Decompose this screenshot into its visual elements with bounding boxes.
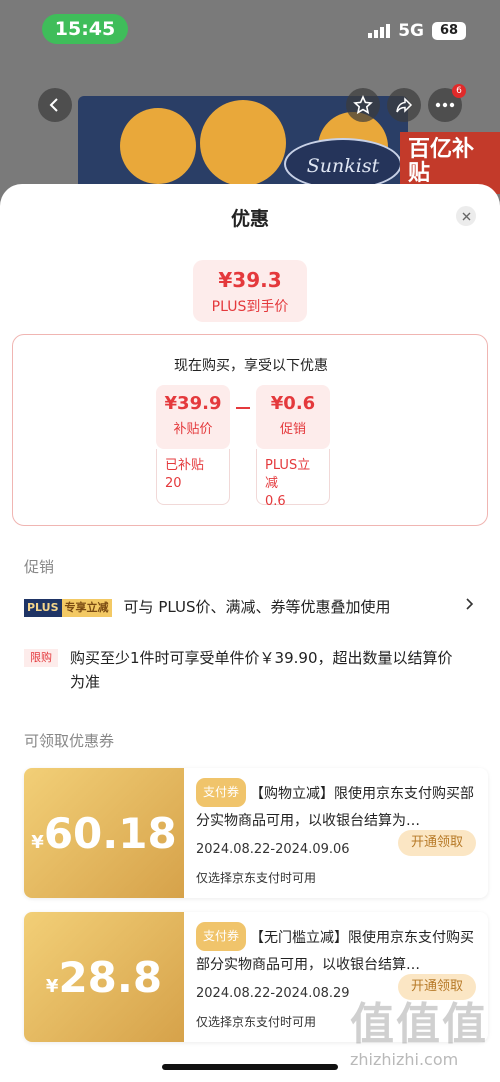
final-price-label: PLUS到手价 (211, 299, 289, 315)
chevron-right-icon (466, 598, 474, 614)
subsidy-detail-value: 20 (165, 476, 182, 491)
coupon-value-panel: ¥ 28.8 (24, 912, 184, 1042)
subsidy-detail-label: 已补贴 (165, 458, 205, 473)
coupon-currency: ¥ (45, 975, 59, 997)
signal-icon (368, 24, 391, 38)
minus-sign (236, 407, 250, 409)
final-price-amount: ¥39.3 (218, 268, 282, 292)
plus-exclusive-tag: PLUS 专享立减 (24, 599, 112, 617)
orange-image (200, 100, 286, 186)
breakdown-heading: 现在购买，享受以下优惠 (174, 358, 328, 374)
home-indicator[interactable] (162, 1064, 338, 1070)
more-button[interactable]: 6 (428, 84, 466, 122)
promotion-section-label: 促销 (24, 558, 55, 576)
claim-coupon-button[interactable]: 开通领取 (398, 974, 476, 1000)
limit-tag: 限购 (24, 649, 58, 667)
subsidy-price-amount: ¥39.9 (164, 393, 222, 414)
coupon-value-panel: ¥ 60.18 (24, 768, 184, 898)
close-button[interactable] (456, 206, 476, 226)
favorite-button[interactable] (346, 88, 380, 122)
payment-coupon-tag: 支付券 (196, 778, 247, 807)
status-indicators: 5G 68 (368, 20, 466, 42)
limit-promo-row: 限购 购买至少1件时可享受单件价￥39.90，超出数量以结算价为准 (24, 646, 484, 694)
coupon-description: 支付券 【购物立减】限使用京东支付购买部分实物商品可用，以收银台结算为… (196, 778, 480, 832)
promotion-amount: ¥0.6 (270, 393, 316, 414)
price-breakdown: 现在购买，享受以下优惠 ¥39.9 补贴价 已补贴 20 ¥0.6 促销 PLU… (12, 334, 488, 526)
coupon-section-label: 可领取优惠券 (24, 732, 115, 750)
coupon-description: 支付券 【无门槛立减】限使用京东支付购买部分实物商品可用，以收银台结算… (196, 922, 480, 976)
share-icon (396, 97, 413, 113)
limit-promo-text: 购买至少1件时可享受单件价￥39.90，超出数量以结算价为准 (70, 649, 453, 691)
claim-coupon-button[interactable]: 开通领取 (398, 830, 476, 856)
payment-coupon-tag: 支付券 (196, 922, 247, 951)
site-watermark: 值值值 zhizhizhi.com (350, 1000, 490, 1080)
star-icon (353, 95, 373, 115)
promotion-card: ¥0.6 促销 (256, 385, 330, 449)
subsidy-detail: 已补贴 20 (156, 449, 230, 505)
plus-promo-text: 可与 PLUS价、满减、券等优惠叠加使用 (123, 598, 391, 616)
share-button[interactable] (387, 88, 421, 122)
battery-icon: 68 (432, 22, 466, 40)
promotion-label: 促销 (279, 422, 306, 437)
sheet-title: 优惠 (230, 208, 269, 230)
discount-sheet: 优惠 ¥39.3 PLUS到手价 现在购买，享受以下优惠 ¥39.9 补贴价 已… (0, 184, 500, 1082)
plus-tag-left: PLUS (24, 599, 62, 617)
network-label: 5G (398, 21, 424, 41)
plus-promo-row[interactable]: PLUS 专享立减 可与 PLUS价、满减、券等优惠叠加使用 (24, 598, 484, 619)
subsidy-price-card: ¥39.9 补贴价 (156, 385, 230, 449)
promotion-detail: PLUS立减 0.6 (256, 449, 330, 509)
plus-final-price: ¥39.3 PLUS到手价 (193, 260, 307, 322)
close-icon (462, 212, 470, 220)
promotion-detail-label: PLUS立减 (265, 458, 311, 491)
coupon-note: 仅选择京东支付时可用 (196, 871, 317, 885)
notification-badge: 6 (452, 84, 466, 98)
coupon-value: 60.18 (43, 808, 177, 858)
brand-logo: Sunkist (284, 138, 402, 190)
status-bar: 15:45 5G 68 (0, 0, 500, 56)
chevron-left-icon (49, 98, 58, 112)
status-time: 15:45 (42, 14, 128, 44)
promotion-detail-value: 0.6 (265, 494, 286, 509)
coupon-currency: ¥ (31, 831, 44, 853)
more-dots-icon (435, 102, 455, 108)
orange-image (120, 108, 196, 184)
coupon-card: ¥ 60.18 支付券 【购物立减】限使用京东支付购买部分实物商品可用，以收银台结… (24, 768, 488, 898)
subsidy-price-label: 补贴价 (173, 422, 213, 437)
watermark-logo: 值值值 (350, 999, 488, 1050)
coupon-value: 28.8 (58, 952, 163, 1002)
plus-tag-right: 专享立减 (61, 599, 112, 617)
back-button[interactable] (38, 88, 72, 122)
watermark-text: zhizhizhi.com (350, 1050, 459, 1069)
